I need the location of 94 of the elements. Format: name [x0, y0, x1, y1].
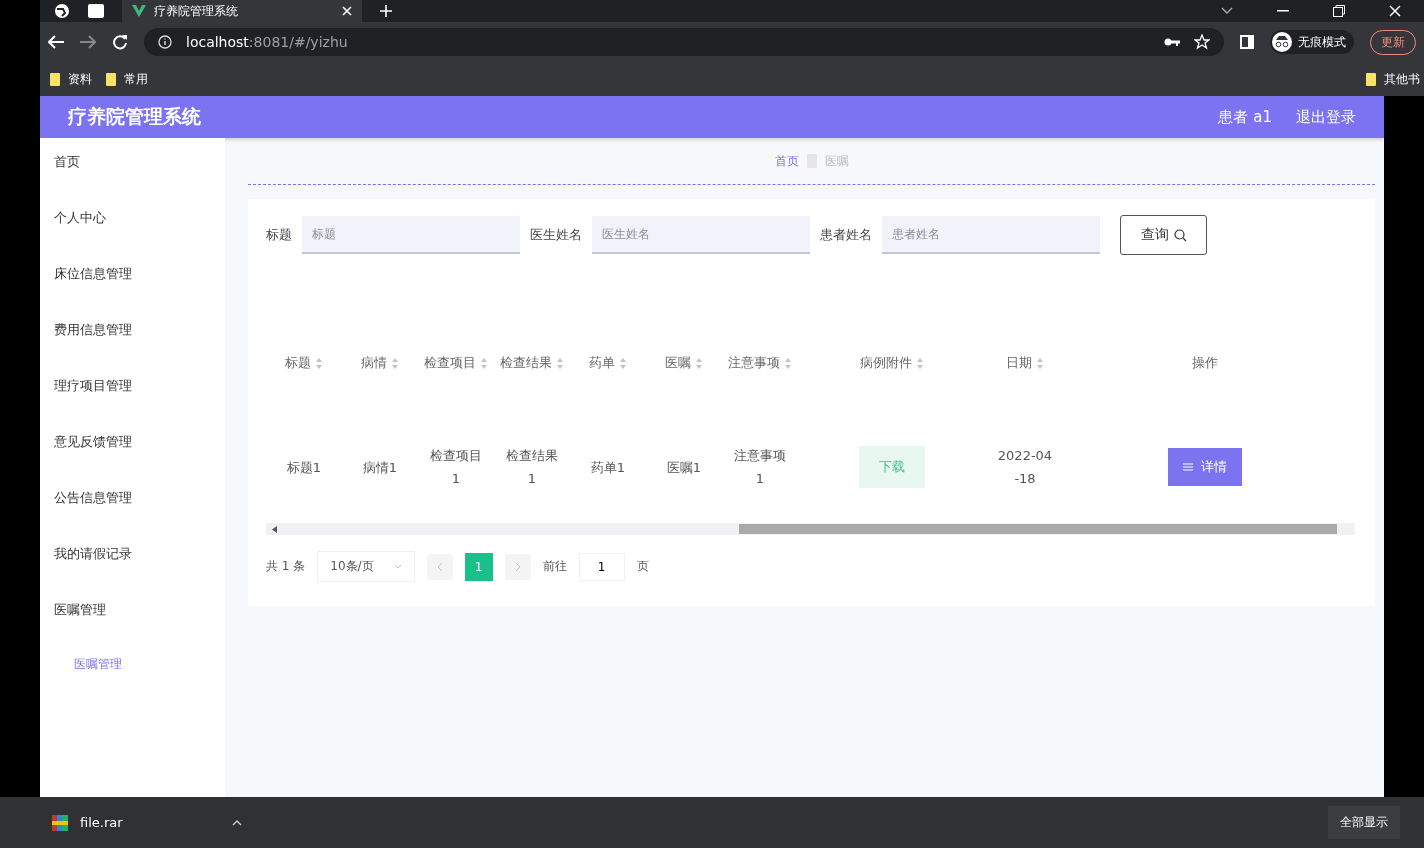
menu-item[interactable]: 床位信息管理 [40, 264, 225, 320]
breadcrumb-item[interactable]: 首页 [774, 152, 799, 170]
info-icon [158, 35, 172, 49]
incognito-profile-button[interactable]: 无痕模式 [1270, 30, 1354, 54]
query-button[interactable]: 查询 [1120, 215, 1207, 255]
archive-icon [52, 814, 68, 831]
page-input[interactable]: 1 [578, 552, 625, 581]
column-header: 病例附件 [859, 354, 912, 372]
field-label: 患者姓名 [820, 226, 872, 244]
menu-item[interactable]: 理疗项目管理 [40, 376, 225, 432]
sort-icon [784, 357, 792, 369]
total-count: 共 1 条 [266, 558, 306, 575]
close-icon [1389, 5, 1401, 17]
key-icon [1164, 37, 1180, 47]
next-page-icon [504, 553, 531, 580]
menu-item[interactable]: 首页 [40, 152, 225, 208]
search-field[interactable]: 患者姓名 [882, 216, 1100, 254]
search-icon [1173, 228, 1187, 242]
bookmark-folder[interactable]: 其他书 [1366, 70, 1420, 88]
page-suffix: 页 [636, 558, 649, 575]
sort-icon [315, 357, 323, 369]
sort-icon [619, 357, 627, 369]
table-cell-text: 注意事项1 [733, 447, 787, 488]
menu-item[interactable]: 医嘱管理 [40, 600, 225, 656]
folder-icon [106, 72, 116, 86]
show-all-button[interactable]: 全部显示 [1328, 806, 1400, 839]
column-header: 检查项目 [424, 354, 476, 372]
incognito-icon [1272, 32, 1292, 52]
list-icon [1183, 463, 1193, 471]
menu-item[interactable]: 费用信息管理 [40, 320, 225, 376]
star-icon [1194, 34, 1210, 50]
column-header: 注意事项 [728, 354, 780, 372]
update-button[interactable]: 更新 [1370, 29, 1416, 55]
restore-icon [1333, 5, 1345, 17]
back-arrow-icon [48, 35, 64, 49]
table-cell-text: 药单1 [590, 458, 626, 477]
menu-item[interactable]: 个人中心 [40, 208, 225, 264]
goto-label: 前往 [542, 558, 567, 575]
logout-link[interactable]: 退出登录 [1296, 107, 1356, 127]
column-header: 病情 [361, 354, 387, 372]
bookmark-folder[interactable]: 资料 [50, 70, 92, 88]
url-text: localhost:8081/#/yizhu [186, 34, 348, 50]
field-label: 标题 [266, 226, 292, 244]
chevron-down-icon [1221, 7, 1233, 15]
search-field[interactable]: 标题 [302, 216, 520, 254]
breadcrumb-item: 医嘱 [824, 152, 849, 170]
details-button[interactable]: 详情 [1168, 448, 1242, 486]
scroll-left-icon [272, 525, 277, 533]
user-name: 患者 a1 [1218, 107, 1272, 127]
page-size-select[interactable]: 10条/页 [317, 551, 415, 582]
reload-icon [112, 34, 128, 50]
table-cell-text: 病情1 [362, 458, 398, 477]
browser-tab[interactable]: 疗养院管理系统 [122, 0, 362, 22]
close-icon [342, 6, 352, 16]
sort-icon [695, 357, 703, 369]
minimize-icon [1277, 10, 1289, 12]
column-header: 操作 [1192, 354, 1218, 372]
submenu-item[interactable]: 医嘱管理 [40, 656, 225, 673]
menu-item[interactable]: 意见反馈管理 [40, 432, 225, 488]
v-logo-icon [132, 5, 146, 17]
chevron-down-icon [393, 564, 402, 569]
folder-icon [1366, 72, 1376, 86]
horizontal-scrollbar[interactable] [266, 523, 1355, 535]
folder-icon [50, 72, 60, 86]
window-icon [88, 4, 104, 18]
sort-icon [556, 357, 564, 369]
column-header: 标题 [285, 354, 311, 372]
app-title: 疗养院管理系统 [68, 104, 201, 129]
sort-icon [1036, 357, 1044, 369]
search-field[interactable]: 医生姓名 [592, 216, 810, 254]
side-panel-icon [1240, 35, 1254, 49]
forward-arrow-icon [80, 35, 96, 49]
sort-icon [915, 357, 924, 369]
table-cell-text: 检查项目1 [429, 447, 483, 488]
column-header: 检查结果 [500, 354, 552, 372]
address-bar[interactable]: localhost:8081/#/yizhu [144, 28, 1224, 56]
prev-page-icon [426, 553, 453, 580]
globe-icon [54, 3, 70, 19]
sort-icon [480, 357, 488, 369]
table-cell-text: 2022-04-18 [997, 447, 1053, 488]
column-header: 医嘱 [665, 354, 691, 372]
column-header: 药单 [589, 354, 615, 372]
column-header: 日期 [1006, 354, 1032, 372]
chevron-up-icon [232, 819, 242, 826]
field-label: 医生姓名 [530, 226, 582, 244]
bookmark-folder[interactable]: 常用 [106, 70, 148, 88]
table-cell-text: 检查结果1 [505, 447, 559, 488]
plus-icon [380, 5, 392, 17]
table-cell-text: 标题1 [286, 458, 322, 477]
menu-item[interactable]: 我的请假记录 [40, 544, 225, 600]
download-item[interactable]: file.rar [52, 814, 242, 831]
sort-icon [391, 357, 399, 369]
table-cell-text: 医嘱1 [666, 458, 702, 477]
menu-item[interactable]: 公告信息管理 [40, 488, 225, 544]
